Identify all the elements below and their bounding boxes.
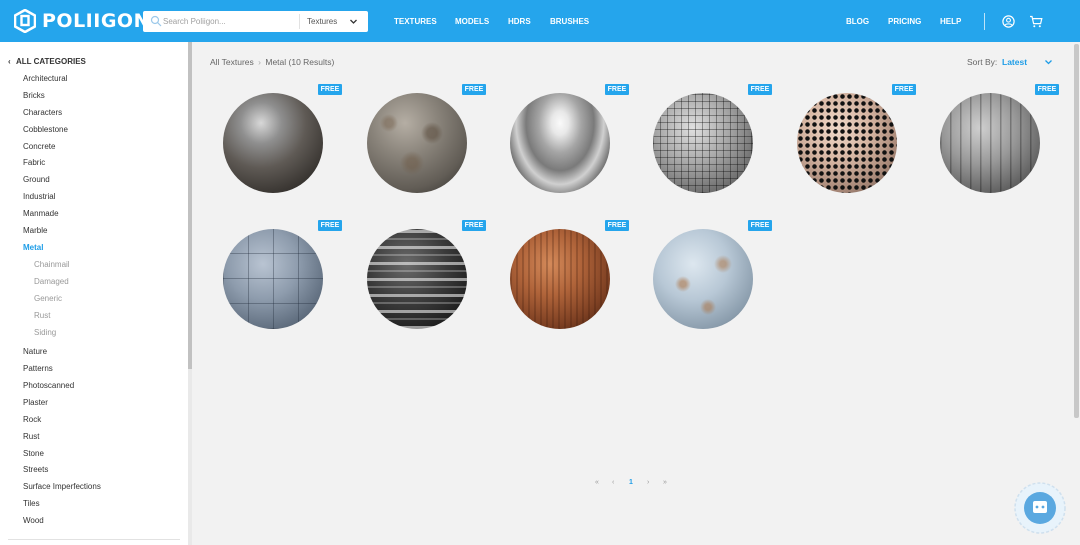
category-tiles[interactable]: Tiles: [23, 499, 40, 508]
texture-preview: [223, 93, 323, 193]
breadcrumb-current: Metal (10 Results): [265, 57, 335, 67]
pagination-prev[interactable]: ‹: [612, 479, 614, 486]
free-badge: FREE: [892, 84, 916, 95]
free-badge: FREE: [1035, 84, 1059, 95]
logo-text: POLIIGON: [42, 10, 150, 32]
category-concrete[interactable]: Concrete: [23, 142, 55, 151]
category-streets[interactable]: Streets: [23, 465, 48, 474]
search-divider: [299, 14, 300, 29]
free-badge: FREE: [318, 84, 342, 95]
pagination-next[interactable]: ›: [647, 479, 649, 486]
texture-preview: [797, 93, 897, 193]
category-plaster[interactable]: Plaster: [23, 398, 48, 407]
texture-card[interactable]: FREE: [354, 80, 486, 200]
texture-card[interactable]: FREE: [640, 216, 772, 336]
category-fabric[interactable]: Fabric: [23, 158, 45, 167]
sort-select[interactable]: Latest: [1002, 57, 1027, 67]
category-photoscanned[interactable]: Photoscanned: [23, 381, 74, 390]
nav-textures[interactable]: TEXTURES: [394, 17, 437, 26]
texture-preview: [510, 229, 610, 329]
poliigon-logo[interactable]: POLIIGON: [14, 9, 150, 33]
subcategory-damaged[interactable]: Damaged: [34, 277, 69, 286]
texture-card[interactable]: FREE: [927, 80, 1059, 200]
texture-preview: [653, 229, 753, 329]
category-ground[interactable]: Ground: [23, 175, 50, 184]
category-rust[interactable]: Rust: [23, 432, 39, 441]
subcategory-siding[interactable]: Siding: [34, 328, 56, 337]
search-icon[interactable]: [150, 15, 162, 27]
category-bricks[interactable]: Bricks: [23, 91, 45, 100]
texture-card[interactable]: FREE: [640, 80, 772, 200]
pagination-last[interactable]: »: [663, 479, 667, 486]
all-categories-link[interactable]: ‹ ALL CATEGORIES: [8, 57, 86, 66]
pagination-page-1[interactable]: 1: [629, 479, 633, 486]
category-manmade[interactable]: Manmade: [23, 209, 59, 218]
texture-preview: [367, 93, 467, 193]
top-navbar: POLIIGON Textures TEXTURES MODELS HDRS B…: [0, 0, 1080, 42]
nav-hdrs[interactable]: HDRS: [508, 17, 531, 26]
texture-preview: [367, 229, 467, 329]
nav-pricing[interactable]: PRICING: [888, 17, 921, 26]
free-badge: FREE: [462, 84, 486, 95]
category-wood[interactable]: Wood: [23, 516, 44, 525]
texture-preview: [510, 93, 610, 193]
nav-divider: [984, 13, 985, 30]
texture-preview: [653, 93, 753, 193]
category-rock[interactable]: Rock: [23, 415, 41, 424]
pagination-first[interactable]: «: [595, 479, 599, 486]
nav-blog[interactable]: BLOG: [846, 17, 869, 26]
texture-card[interactable]: FREE: [354, 216, 486, 336]
free-badge: FREE: [605, 220, 629, 231]
free-badge: FREE: [605, 84, 629, 95]
search-category-select[interactable]: Textures: [299, 15, 366, 29]
chevron-left-icon: ‹: [8, 57, 11, 66]
search-category-label: Textures: [307, 17, 338, 26]
subcategory-chainmail[interactable]: Chainmail: [34, 260, 70, 269]
texture-card[interactable]: FREE: [210, 80, 342, 200]
page-scrollbar-thumb[interactable]: [1074, 44, 1079, 418]
category-nature[interactable]: Nature: [23, 347, 47, 356]
chevron-down-icon[interactable]: [1044, 58, 1053, 66]
texture-card[interactable]: FREE: [497, 80, 629, 200]
user-account-icon[interactable]: [1002, 15, 1015, 28]
category-patterns[interactable]: Patterns: [23, 364, 53, 373]
free-badge: FREE: [748, 84, 772, 95]
category-surface-imperfections[interactable]: Surface Imperfections: [23, 482, 101, 491]
category-marble[interactable]: Marble: [23, 226, 47, 235]
search-bar: Textures: [143, 11, 368, 32]
breadcrumb-all-textures[interactable]: All Textures: [210, 57, 254, 67]
sort-label: Sort By:: [967, 57, 998, 67]
texture-card[interactable]: FREE: [210, 216, 342, 336]
sidebar-scrollbar-thumb[interactable]: [188, 42, 192, 369]
breadcrumb-separator: ›: [258, 57, 261, 67]
texture-card[interactable]: FREE: [784, 80, 916, 200]
nav-brushes[interactable]: BRUSHES: [550, 17, 589, 26]
chevron-down-icon: [350, 19, 357, 24]
chat-support-icon[interactable]: [1012, 480, 1068, 536]
sidebar-divider: [8, 539, 180, 540]
all-categories-label: ALL CATEGORIES: [15, 57, 86, 66]
texture-preview: [940, 93, 1040, 193]
search-input[interactable]: [163, 13, 313, 30]
texture-card[interactable]: FREE: [497, 216, 629, 336]
category-metal-active[interactable]: Metal: [23, 243, 43, 252]
subcategory-rust[interactable]: Rust: [34, 311, 50, 320]
cart-icon[interactable]: [1029, 15, 1043, 28]
category-cobblestone[interactable]: Cobblestone: [23, 125, 68, 134]
subcategory-generic[interactable]: Generic: [34, 294, 62, 303]
category-stone[interactable]: Stone: [23, 449, 44, 458]
category-architectural[interactable]: Architectural: [23, 74, 67, 83]
free-badge: FREE: [748, 220, 772, 231]
texture-preview: [223, 229, 323, 329]
breadcrumb: All Textures › Metal (10 Results): [210, 57, 334, 67]
poliigon-logo-icon: [14, 9, 36, 33]
nav-help[interactable]: HELP: [940, 17, 961, 26]
free-badge: FREE: [462, 220, 486, 231]
category-characters[interactable]: Characters: [23, 108, 62, 117]
nav-models[interactable]: MODELS: [455, 17, 489, 26]
category-industrial[interactable]: Industrial: [23, 192, 55, 201]
free-badge: FREE: [318, 220, 342, 231]
